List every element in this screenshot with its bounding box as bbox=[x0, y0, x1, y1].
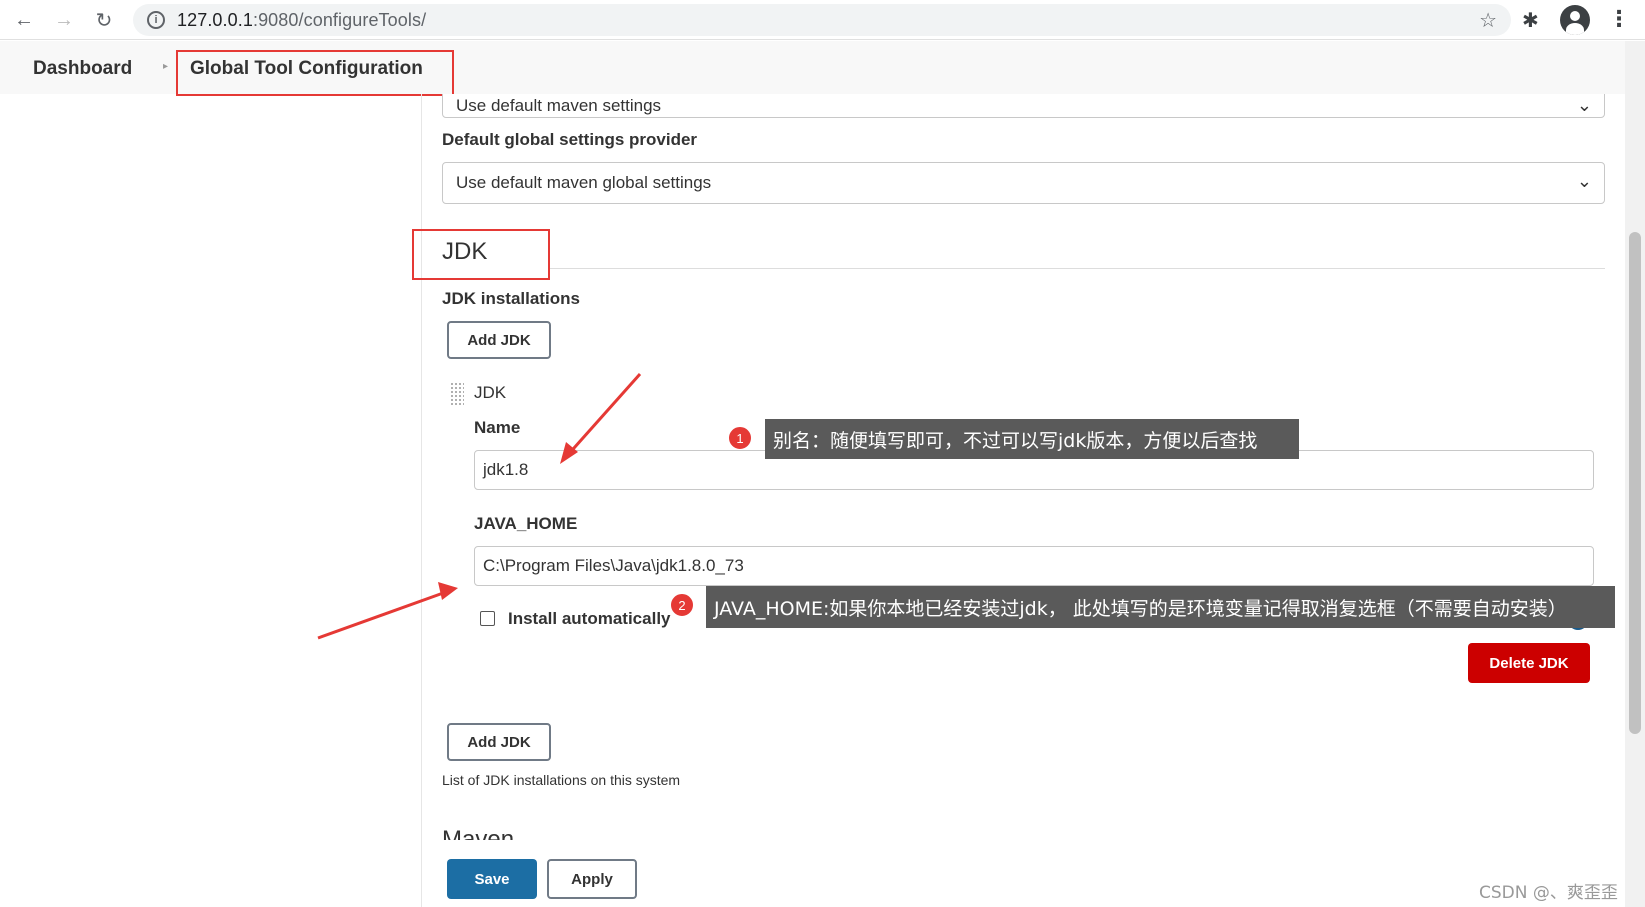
chevron-down-icon: ⌄ bbox=[1576, 171, 1592, 191]
site-info-icon[interactable]: i bbox=[147, 11, 165, 29]
global-settings-label: Default global settings provider bbox=[442, 130, 698, 149]
global-settings-select[interactable]: Use default maven global settings ⌄ bbox=[442, 162, 1605, 204]
annotation-tip-1: 别名：随便填写即可，不过可以写jdk版本，方便以后查找 bbox=[765, 419, 1299, 459]
add-jdk-button[interactable]: Add JDK bbox=[447, 321, 551, 359]
profile-avatar-icon[interactable] bbox=[1560, 5, 1590, 35]
jdk-description: List of JDK installations on this system bbox=[442, 772, 681, 788]
maven-section-title: Maven bbox=[442, 826, 515, 840]
url-host: 127.0.0.1 bbox=[177, 9, 253, 30]
browser-toolbar: ← → ↻ i 127.0.0.1:9080/configureTools/ ☆… bbox=[0, 0, 1645, 40]
watermark: CSDN @、爽歪歪 bbox=[1479, 883, 1618, 903]
annotation-arrow-2 bbox=[317, 590, 447, 640]
name-label: Name bbox=[474, 418, 521, 437]
highlight-box-jdk bbox=[412, 229, 550, 280]
annotation-badge-1: 1 bbox=[728, 426, 752, 450]
breadcrumb-dashboard[interactable]: Dashboard bbox=[33, 58, 132, 80]
java-home-label: JAVA_HOME bbox=[474, 514, 578, 533]
scrollbar-thumb[interactable] bbox=[1629, 232, 1641, 734]
highlight-box-breadcrumb bbox=[176, 50, 454, 96]
address-bar[interactable]: i 127.0.0.1:9080/configureTools/ ☆ bbox=[133, 4, 1511, 36]
apply-button[interactable]: Apply bbox=[547, 859, 637, 899]
add-jdk-button-bottom[interactable]: Add JDK bbox=[447, 723, 551, 761]
bookmark-star-icon[interactable]: ☆ bbox=[1479, 8, 1497, 33]
section-divider bbox=[548, 268, 1605, 269]
delete-jdk-button[interactable]: Delete JDK bbox=[1468, 643, 1590, 683]
extensions-icon[interactable]: ✱ bbox=[1522, 8, 1539, 33]
jdk-installations-label: JDK installations bbox=[442, 289, 580, 308]
back-icon[interactable]: ← bbox=[10, 6, 38, 34]
java-home-input-value: C:\Program Files\Java\jdk1.8.0_73 bbox=[483, 556, 744, 575]
annotation-arrow-1 bbox=[564, 373, 642, 458]
browser-menu-icon[interactable]: ⋮ bbox=[1608, 6, 1630, 32]
name-input-value: jdk1.8 bbox=[483, 460, 529, 479]
jdk-installation-title: JDK bbox=[474, 383, 507, 402]
global-settings-value: Use default maven global settings bbox=[456, 173, 712, 192]
breadcrumb-separator-icon: ▸ bbox=[163, 61, 169, 72]
sidebar-divider bbox=[421, 94, 422, 907]
install-automatically-checkbox[interactable] bbox=[480, 611, 495, 626]
url-path: :9080/configureTools/ bbox=[252, 9, 427, 30]
forward-icon[interactable]: → bbox=[50, 6, 78, 34]
reload-icon[interactable]: ↻ bbox=[90, 6, 118, 34]
drag-handle-icon[interactable] bbox=[450, 382, 464, 406]
url-text: 127.0.0.1:9080/configureTools/ bbox=[177, 10, 426, 31]
annotation-tip-2: JAVA_HOME:如果你本地已经安装过jdk， 此处填写的是环境变量记得取消复… bbox=[706, 586, 1615, 628]
java-home-input[interactable]: C:\Program Files\Java\jdk1.8.0_73 bbox=[474, 546, 1594, 586]
install-automatically-label[interactable]: Install automatically bbox=[508, 609, 671, 629]
annotation-badge-2: 2 bbox=[670, 593, 694, 617]
save-button[interactable]: Save bbox=[447, 859, 537, 899]
maven-settings-value: Use default maven settings bbox=[456, 96, 662, 115]
chevron-down-icon: ⌄ bbox=[1576, 95, 1592, 115]
annotation-arrowhead-2 bbox=[438, 582, 458, 600]
